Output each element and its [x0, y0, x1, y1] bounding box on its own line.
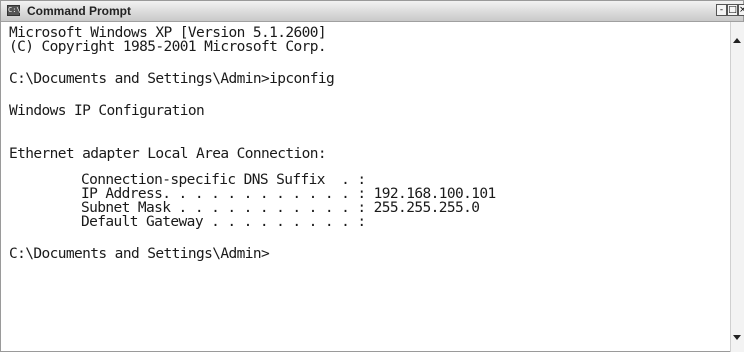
current-prompt-line[interactable]: C:\Documents and Settings\Admin> [9, 247, 727, 262]
maximize-button[interactable]: □ [727, 4, 738, 16]
copyright-line: (C) Copyright 1985-2001 Microsoft Corp. [9, 39, 327, 55]
minimize-button[interactable]: - [716, 4, 727, 16]
close-button[interactable]: × [738, 4, 744, 16]
ip-config-header: Windows IP Configuration [9, 103, 205, 119]
dns-suffix-line: Connection-specific DNS Suffix . : [81, 172, 366, 188]
adapter-header: Ethernet adapter Local Area Connection: [9, 146, 327, 162]
window-title: Command Prompt [27, 4, 132, 18]
command-prompt-line: C:\Documents and Settings\Admin>ipconfig [9, 71, 335, 87]
vertical-scrollbar[interactable] [730, 22, 744, 352]
ip-address-line: IP Address. . . . . . . . . . . . : 192.… [81, 186, 496, 202]
version-line: Microsoft Windows XP [Version 5.1.2600] [9, 26, 327, 41]
command-prompt-window: C:\ Command Prompt - □ × Microsoft Windo… [0, 0, 744, 352]
default-gateway-line: Default Gateway . . . . . . . . . : [81, 214, 366, 230]
scroll-up-arrow-icon[interactable] [733, 38, 741, 43]
subnet-mask-line: Subnet Mask . . . . . . . . . . . : 255.… [81, 200, 480, 216]
title-bar[interactable]: C:\ Command Prompt - □ × [1, 1, 744, 22]
console-output[interactable]: Microsoft Windows XP [Version 5.1.2600] … [9, 26, 727, 348]
command-prompt-icon[interactable]: C:\ [7, 5, 21, 16]
scroll-down-arrow-icon[interactable] [733, 335, 741, 340]
